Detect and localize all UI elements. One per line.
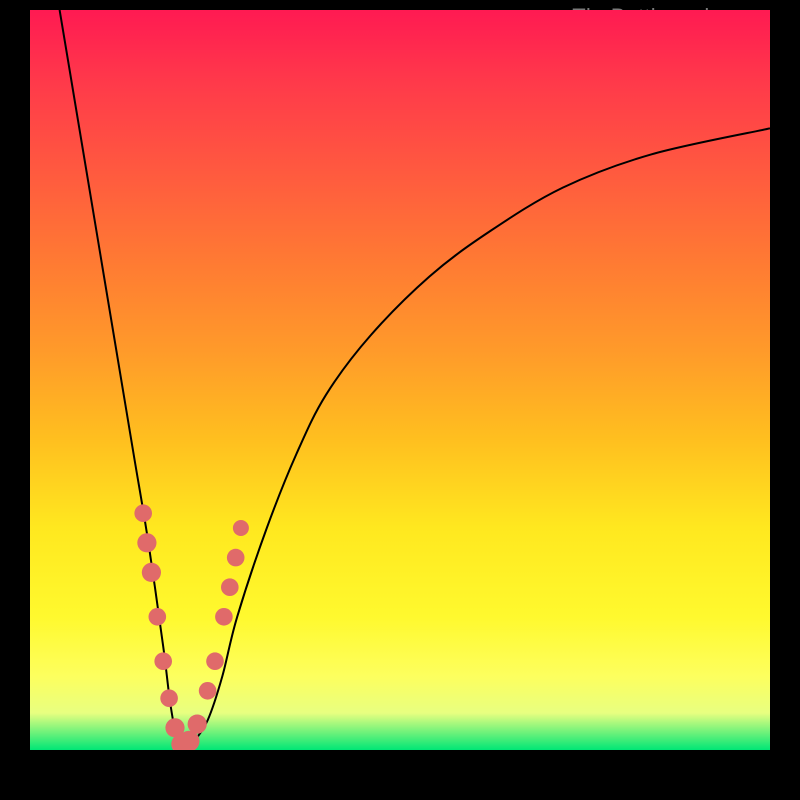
curve-marker [227,549,245,567]
curve-marker [233,520,249,536]
curve-marker [134,504,152,522]
curve-marker [160,689,178,707]
curve-marker [142,563,161,582]
bottleneck-curve [60,10,770,747]
curve-marker [199,682,217,700]
curve-marker [206,652,224,670]
curve-marker [215,608,233,626]
chart-frame [30,10,770,750]
curve-marker [149,608,167,626]
chart-svg [30,10,770,750]
curve-markers [134,504,249,750]
curve-marker [137,533,156,552]
curve-marker [221,578,239,596]
curve-marker [188,715,207,734]
bottleneck-curve-path [60,10,770,747]
curve-marker [154,652,172,670]
